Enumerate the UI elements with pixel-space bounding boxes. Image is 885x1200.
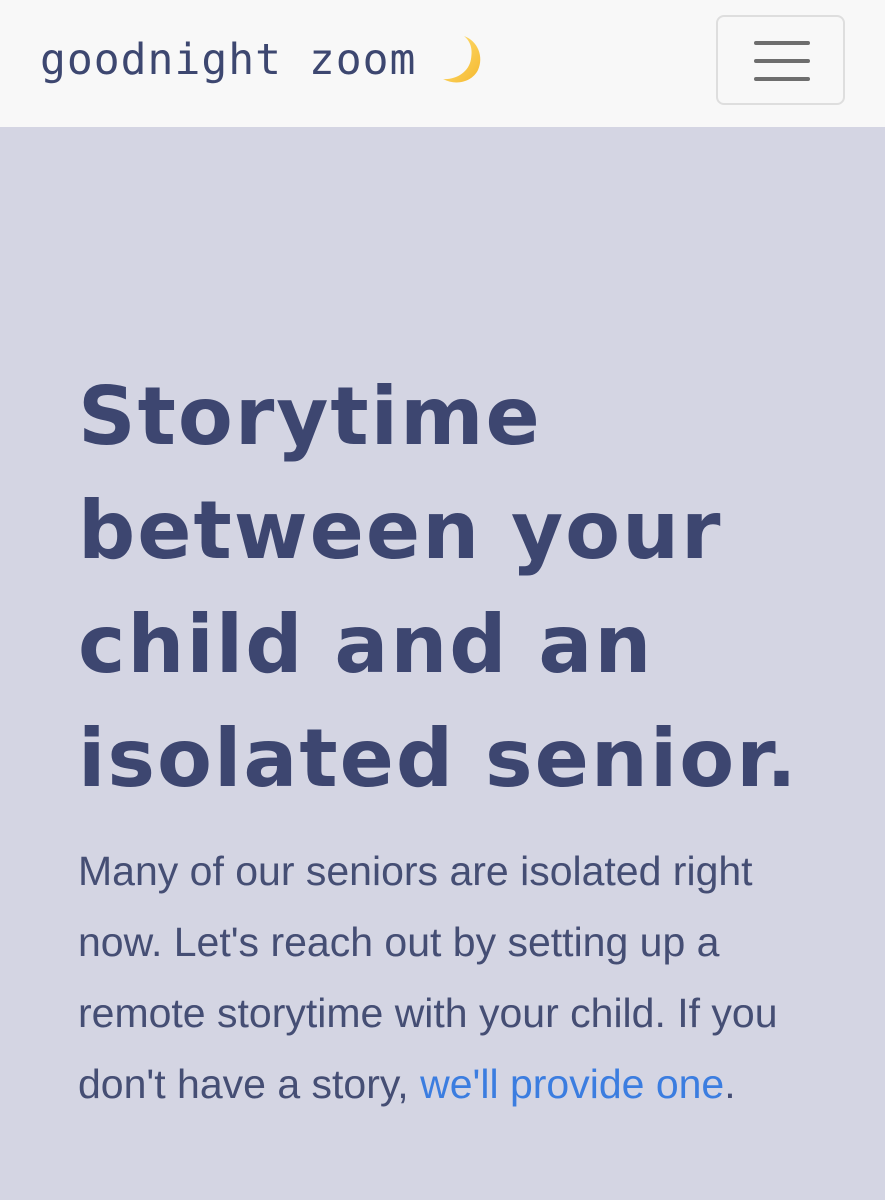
brand-name: goodnight zoom	[40, 35, 417, 85]
hamburger-menu-icon	[754, 77, 810, 81]
brand-link[interactable]: goodnight zoom	[40, 28, 488, 92]
crescent-moon-icon	[434, 33, 488, 87]
hero-headline: Storytime between your child and an isol…	[78, 370, 799, 805]
provide-story-link[interactable]: we'll provide one	[420, 1061, 724, 1107]
trailing-period: .	[724, 1061, 736, 1107]
hero-description: Many of our seniors are isolated right n…	[78, 836, 808, 1120]
hero-section: Storytime between your child and an isol…	[78, 360, 838, 1120]
hamburger-menu-icon	[754, 41, 810, 45]
hamburger-menu-button[interactable]	[716, 15, 845, 105]
hamburger-menu-icon	[754, 59, 810, 63]
navbar: goodnight zoom	[0, 0, 885, 127]
